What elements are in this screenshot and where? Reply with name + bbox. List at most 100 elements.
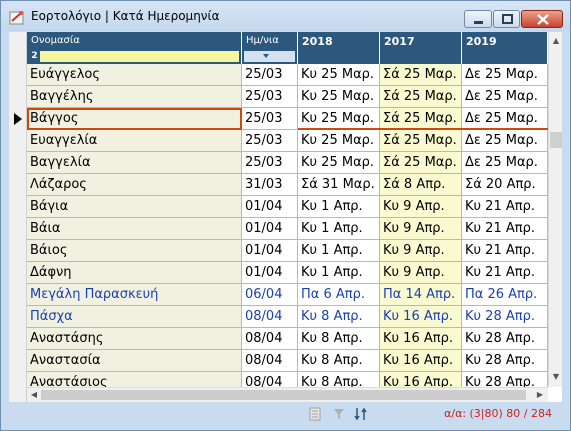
cell-name[interactable]: Αναστάσης (27, 328, 242, 350)
cell-2018[interactable]: Κυ 8 Απρ. (298, 350, 380, 372)
cell-name[interactable]: Αναστασία (27, 350, 242, 372)
cell-name[interactable]: Βαγγέλης (27, 86, 242, 108)
table-row[interactable]: Πάσχα 08/04 Κυ 8 Απρ. Κυ 16 Απρ. Κυ 28 Απρ. (9, 306, 548, 328)
cell-2019[interactable]: Δε 25 Μαρ. (462, 130, 548, 152)
cell-2018[interactable]: Κυ 8 Απρ. (298, 328, 380, 350)
cell-2018[interactable]: Κυ 1 Απρ. (298, 262, 380, 284)
cell-2017[interactable]: Κυ 16 Απρ. (380, 328, 462, 350)
cell-2019[interactable]: Κυ 21 Απρ. (462, 240, 548, 262)
cell-2018[interactable]: Κυ 1 Απρ. (298, 218, 380, 240)
close-button[interactable] (521, 10, 563, 28)
cell-name[interactable]: Βάια (27, 218, 242, 240)
column-header-name[interactable]: Ονομασία 2 (27, 32, 242, 64)
table-row[interactable]: Δάφνη 01/04 Κυ 1 Απρ. Κυ 9 Απρ. Κυ 21 Απρ. (9, 262, 548, 284)
cell-date[interactable]: 31/03 (242, 174, 298, 196)
cell-2019[interactable]: Δε 25 Μαρ. (462, 86, 548, 108)
cell-2018[interactable]: Κυ 25 Μαρ. (298, 64, 380, 86)
cell-date[interactable]: 25/03 (242, 130, 298, 152)
cell-2019[interactable]: Δε 25 Μαρ. (462, 64, 548, 86)
cell-2019[interactable]: Κυ 28 Απρ. (462, 350, 548, 372)
cell-2017[interactable]: Σά 25 Μαρ. (380, 130, 462, 152)
cell-name[interactable]: Λάζαρος (27, 174, 242, 196)
minimize-button[interactable] (464, 10, 492, 28)
cell-date[interactable]: 08/04 (242, 328, 298, 350)
vertical-scrollbar[interactable]: ▲ ▼ (548, 32, 562, 387)
column-header-date[interactable]: Ημ/νια (242, 32, 298, 64)
table-row[interactable]: Βάγγος 25/03 Κυ 25 Μαρ. Σά 25 Μαρ. Δε 25 Μαρ… (9, 108, 548, 130)
cell-2019[interactable]: Κυ 28 Απρ. (462, 306, 548, 328)
cell-2018[interactable]: Κυ 25 Μαρ. (298, 86, 380, 108)
cell-2019[interactable]: Κυ 21 Απρ. (462, 196, 548, 218)
cell-2019[interactable]: Κυ 28 Απρ. (462, 328, 548, 350)
cell-2018[interactable]: Σά 31 Μαρ. (298, 174, 380, 196)
cell-2017[interactable]: Κυ 16 Απρ. (380, 350, 462, 372)
list-icon[interactable] (307, 406, 323, 422)
cell-name[interactable]: Πάσχα (27, 306, 242, 328)
table-row[interactable]: Βάιος 01/04 Κυ 1 Απρ. Κυ 9 Απρ. Κυ 21 Απρ. (9, 240, 548, 262)
scroll-right-icon[interactable]: ▶ (533, 388, 547, 402)
cell-2018[interactable]: Κυ 25 Μαρ. (298, 108, 380, 130)
table-row[interactable]: Αναστάσης 08/04 Κυ 8 Απρ. Κυ 16 Απρ. Κυ 28 Α… (9, 328, 548, 350)
cell-date[interactable]: 08/04 (242, 350, 298, 372)
sort-icon[interactable] (353, 406, 369, 422)
cell-2018[interactable]: Κυ 8 Απρ. (298, 306, 380, 328)
cell-2018[interactable]: Κυ 25 Μαρ. (298, 130, 380, 152)
cell-2019[interactable]: Δε 25 Μαρ. (462, 108, 548, 130)
scroll-left-icon[interactable]: ◀ (27, 388, 41, 402)
table-row[interactable]: Βάγια 01/04 Κυ 1 Απρ. Κυ 9 Απρ. Κυ 21 Απρ. (9, 196, 548, 218)
column-header-2018[interactable]: 2018 (298, 32, 380, 64)
cell-2018[interactable]: Κυ 25 Μαρ. (298, 152, 380, 174)
cell-name[interactable]: Βάγγος (27, 108, 242, 130)
cell-date[interactable]: 01/04 (242, 218, 298, 240)
table-row[interactable]: Ευαγγελία 25/03 Κυ 25 Μαρ. Σά 25 Μαρ. Δε 25 … (9, 130, 548, 152)
cell-2018[interactable]: Πα 6 Απρ. (298, 284, 380, 306)
cell-2017[interactable]: Σά 25 Μαρ. (380, 64, 462, 86)
cell-2019[interactable]: Σά 20 Απρ. (462, 174, 548, 196)
cell-2019[interactable]: Πα 26 Απρ. (462, 284, 548, 306)
cell-name[interactable]: Ευαγγελία (27, 130, 242, 152)
cell-date[interactable]: 01/04 (242, 262, 298, 284)
cell-name[interactable]: Βαγγελία (27, 152, 242, 174)
table-row[interactable]: Βάια 01/04 Κυ 1 Απρ. Κυ 9 Απρ. Κυ 21 Απρ. (9, 218, 548, 240)
cell-2017[interactable]: Κυ 9 Απρ. (380, 196, 462, 218)
cell-date[interactable]: 06/04 (242, 284, 298, 306)
cell-2019[interactable]: Δε 25 Μαρ. (462, 152, 548, 174)
cell-2017[interactable]: Σά 25 Μαρ. (380, 86, 462, 108)
cell-date[interactable]: 08/04 (242, 306, 298, 328)
cell-name[interactable]: Βάιος (27, 240, 242, 262)
cell-name[interactable]: Ευάγγελος (27, 64, 242, 86)
cell-2017[interactable]: Σά 25 Μαρ. (380, 152, 462, 174)
cell-2017[interactable]: Κυ 9 Απρ. (380, 240, 462, 262)
cell-date[interactable]: 25/03 (242, 108, 298, 130)
table-row[interactable]: Αναστασία 08/04 Κυ 8 Απρ. Κυ 16 Απρ. Κυ 28 Α… (9, 350, 548, 372)
cell-date[interactable]: 25/03 (242, 152, 298, 174)
vertical-scroll-thumb[interactable] (550, 132, 562, 148)
date-filter-bar[interactable] (244, 51, 295, 62)
scroll-down-icon[interactable]: ▼ (549, 370, 562, 384)
maximize-button[interactable] (493, 10, 520, 28)
cell-2018[interactable]: Κυ 1 Απρ. (298, 240, 380, 262)
cell-2017[interactable]: Πα 14 Απρ. (380, 284, 462, 306)
table-row[interactable]: Βαγγέλης 25/03 Κυ 25 Μαρ. Σά 25 Μαρ. Δε 25 Μ… (9, 86, 548, 108)
cell-date[interactable]: 01/04 (242, 240, 298, 262)
cell-name[interactable]: Μεγάλη Παρασκευή (27, 284, 242, 306)
cell-name[interactable]: Βάγια (27, 196, 242, 218)
horizontal-scroll-thumb[interactable] (41, 390, 526, 400)
cell-2019[interactable]: Κυ 21 Απρ. (462, 218, 548, 240)
horizontal-scrollbar[interactable]: ◀ ▶ (27, 387, 548, 402)
cell-2017[interactable]: Κυ 9 Απρ. (380, 262, 462, 284)
cell-name[interactable]: Δάφνη (27, 262, 242, 284)
column-header-2017[interactable]: 2017 (380, 32, 462, 64)
cell-date[interactable]: 01/04 (242, 196, 298, 218)
cell-2017[interactable]: Κυ 16 Απρ. (380, 306, 462, 328)
cell-date[interactable]: 25/03 (242, 64, 298, 86)
table-row[interactable]: Ευάγγελος 25/03 Κυ 25 Μαρ. Σά 25 Μαρ. Δε 25 … (9, 64, 548, 86)
table-row[interactable]: Λάζαρος 31/03 Σά 31 Μαρ. Σά 8 Απρ. Σά 20 Απρ… (9, 174, 548, 196)
filter-bar[interactable] (29, 51, 239, 62)
data-grid[interactable]: Ονομασία 2 Ημ/νια 2018 2017 2019 Ευάγγελ… (9, 32, 562, 402)
filter-icon[interactable] (331, 406, 347, 422)
table-row[interactable]: Μεγάλη Παρασκευή 06/04 Πα 6 Απρ. Πα 14 Απρ.… (9, 284, 548, 306)
cell-2017[interactable]: Σά 8 Απρ. (380, 174, 462, 196)
cell-2018[interactable]: Κυ 1 Απρ. (298, 196, 380, 218)
cell-2019[interactable]: Κυ 21 Απρ. (462, 262, 548, 284)
